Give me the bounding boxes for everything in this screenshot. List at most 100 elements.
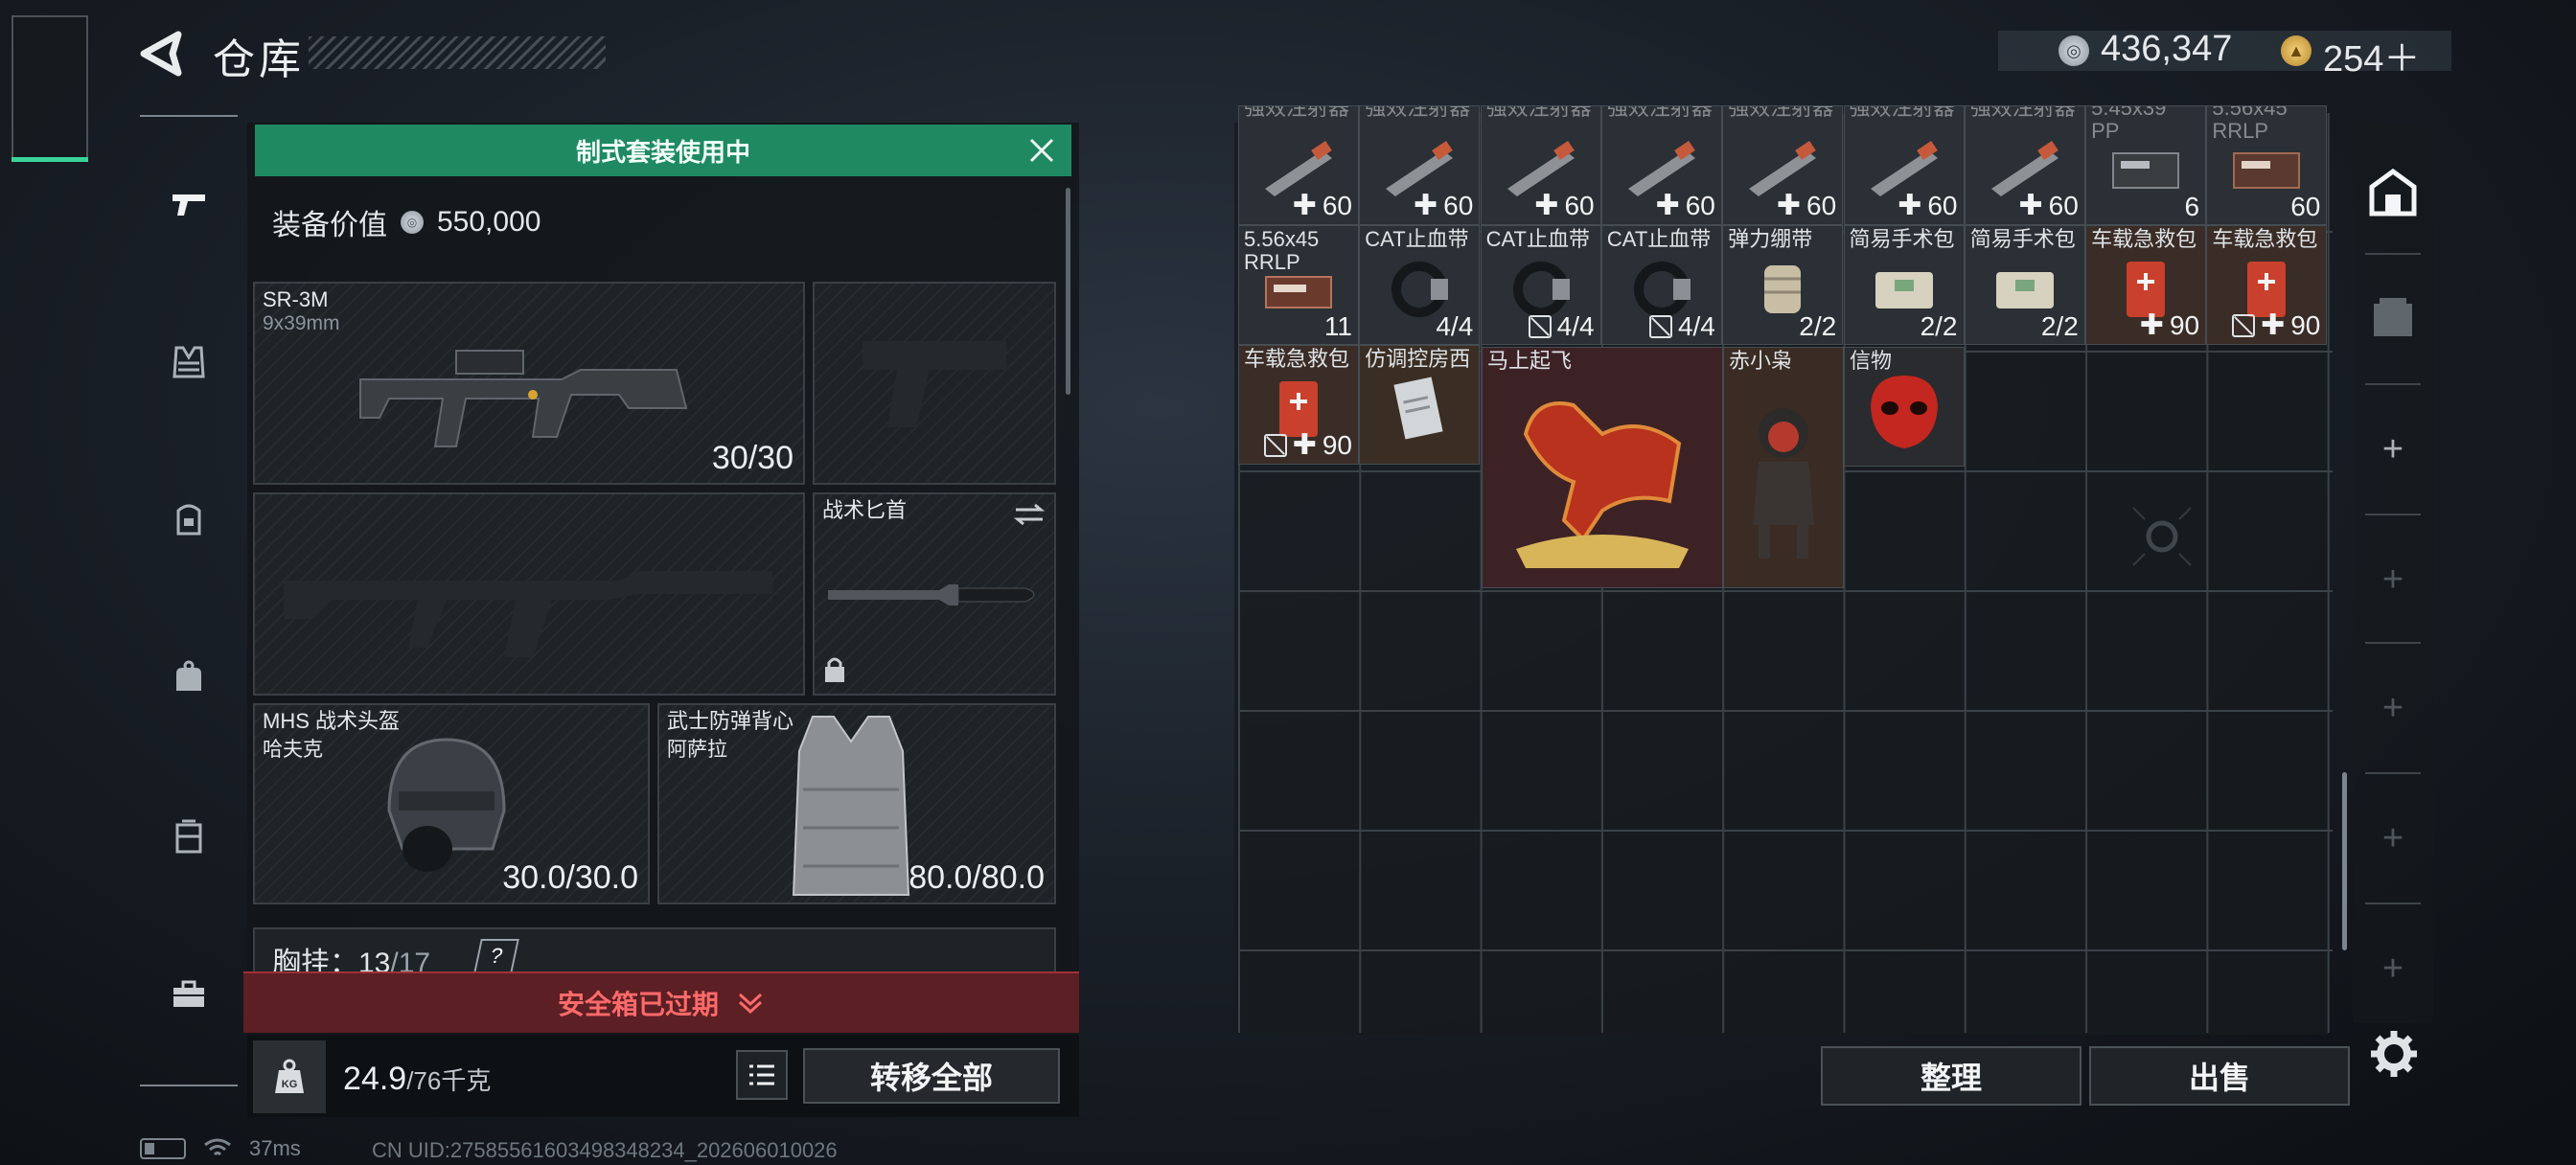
item-qty: 11 (1324, 311, 1352, 342)
stash-item[interactable]: 车载急救包 ✚ 90 (2206, 225, 2328, 345)
stash-item[interactable]: 强效注射器 ✚ 60 (1843, 105, 1965, 225)
plus-icon[interactable]: + (2365, 552, 2421, 607)
item-qty: ✚ 60 (1292, 190, 1352, 221)
melee-weapon-slot[interactable]: 战术匕首 (813, 492, 1056, 696)
item-qty-value: 2/2 (1920, 311, 1958, 341)
stash-item[interactable]: 强效注射器 ✚ 60 (1238, 105, 1359, 225)
lock-icon (825, 657, 844, 682)
item-name: 简易手术包 (1849, 227, 1955, 251)
item-name: 简易手术包 (1969, 227, 2076, 251)
sort-button[interactable]: 整理 (1821, 1046, 2082, 1106)
vest-icon[interactable] (151, 324, 226, 400)
chevron-down-icon (738, 993, 763, 1015)
storage-icon[interactable] (2365, 289, 2421, 345)
gear-icon[interactable] (2367, 1027, 2421, 1081)
item-qty: ✚ 90 (2232, 308, 2320, 342)
armor-name: 武士防弹背心 (667, 709, 794, 733)
stash-item[interactable]: 车载急救包 ✚ 90 (1238, 345, 1359, 465)
close-icon[interactable] (1022, 130, 1062, 171)
empty-slot-crosshair-icon (2124, 498, 2200, 575)
locker-icon[interactable] (151, 799, 226, 876)
item-qty-value: 90 (2290, 309, 2321, 340)
stash-item[interactable]: CAT止血带 4/4 (1480, 225, 1601, 345)
tab-divider (2365, 253, 2421, 255)
swap-icon[interactable] (1012, 502, 1046, 527)
item-qty: 4/4 (1648, 311, 1715, 342)
item-qty-value: 6 (2184, 192, 2200, 221)
item-name: 5.56x45 RRLP (2212, 105, 2288, 143)
item-qty-value: 60 (2290, 192, 2321, 221)
stash-item-tall[interactable]: 赤小枭 (1723, 347, 1844, 588)
armor-slot[interactable]: 武士防弹背心 阿萨拉 80.0/80.0 (657, 703, 1056, 904)
stash-item[interactable]: 信物 (1844, 347, 1965, 467)
stash-item[interactable]: 强效注射器 ✚ 60 (1359, 105, 1481, 225)
item-qty-value: 4/4 (1556, 311, 1595, 341)
gold-coin-icon[interactable]: ▲ (2281, 35, 2312, 66)
item-qty-value: 4/4 (1436, 311, 1474, 341)
helmet-origin: 哈夫克 (263, 739, 323, 761)
item-qty: 2/2 (1799, 311, 1836, 342)
rifle-icon (359, 350, 688, 447)
bag-icon[interactable] (151, 640, 226, 717)
warehouse-icon[interactable] (2365, 165, 2421, 220)
item-qty-value: 60 (1322, 190, 1352, 220)
plus-icon[interactable]: + (2365, 422, 2421, 477)
stash-item[interactable]: 简易手术包 2/2 (1843, 225, 1965, 345)
item-name: 强效注射器 (1244, 105, 1350, 120)
item-name: 强效注射器 (1969, 105, 2076, 120)
stash-item[interactable]: 弹力绷带 2/2 (1722, 225, 1844, 345)
secondary-weapon-slot[interactable] (813, 282, 1056, 485)
stash-item[interactable]: 简易手术包 2/2 (1964, 225, 2085, 345)
stash-item[interactable]: 强效注射器 ✚ 60 (1722, 105, 1844, 225)
primary-weapon-2-slot[interactable] (253, 492, 805, 696)
stash-item[interactable]: 仿调控房西 (1359, 345, 1481, 465)
loadout-scrollbar[interactable] (1066, 188, 1070, 395)
stash-item[interactable]: 强效注射器 ✚ 60 (1600, 105, 1722, 225)
primary-weapon-slot[interactable]: SR-3M 9x39mm 30/30 (253, 282, 805, 485)
item-name: 强效注射器 (1849, 105, 1955, 120)
helmet-slot[interactable]: MHS 战术头盔 哈夫克 30.0/30.0 (253, 703, 650, 904)
gold-currency-amount[interactable]: 254＋ (2323, 29, 2420, 81)
tab-divider (2365, 772, 2421, 774)
weight-current: 24.9 (343, 1061, 407, 1097)
help-icon: ? (488, 944, 505, 968)
plus-icon[interactable]: + (2365, 811, 2421, 866)
stash-item[interactable]: 5.56x45 RRLP 60 (2206, 105, 2328, 225)
help-button[interactable]: ? (473, 939, 519, 973)
document-icon (1393, 377, 1443, 440)
item-qty: ✚ 60 (1776, 190, 1837, 221)
sidebar-top-divider (140, 115, 238, 117)
backpack-icon[interactable] (151, 481, 226, 558)
stash-item[interactable]: 车载急救包 ✚ 90 (2085, 225, 2207, 345)
pistol-icon[interactable] (151, 167, 226, 243)
plus-icon[interactable]: + (2365, 941, 2421, 996)
stash-item-large[interactable]: 马上起飞 (1482, 347, 1723, 588)
sell-button[interactable]: 出售 (2089, 1046, 2350, 1106)
list-icon[interactable] (736, 1050, 788, 1100)
back-arrow-icon[interactable] (136, 29, 190, 79)
silver-coin-icon: ◎ (401, 211, 424, 234)
ping-text: 37ms (249, 1136, 301, 1160)
figurine-icon (1753, 408, 1814, 559)
stash-scrollbar[interactable] (2342, 772, 2347, 950)
item-name: CAT止血带 (1365, 227, 1469, 251)
armor-durability: 80.0/80.0 (908, 859, 1045, 896)
assault-rifle-silhouette-icon (284, 571, 772, 657)
stash-item[interactable]: 强效注射器 ✚ 60 (1964, 105, 2085, 225)
stash-item[interactable]: CAT止血带 4/4 (1359, 225, 1481, 345)
stash-item[interactable]: 5.56x45 RRLP 11 (1238, 225, 1359, 345)
stash-item[interactable]: 强效注射器 ✚ 60 (1480, 105, 1601, 225)
plus-icon[interactable]: + (2365, 680, 2421, 736)
item-qty-value: 60 (1806, 190, 1837, 220)
stash-item[interactable]: 5.45x39 PP 6 (2085, 105, 2207, 225)
surgery-kit-icon (1874, 272, 1933, 309)
toolbox-icon[interactable] (151, 956, 226, 1033)
transfer-all-button[interactable]: 转移全部 (803, 1048, 1060, 1104)
item-qty: 6 (2185, 192, 2200, 222)
item-qty: ✚ 60 (1898, 190, 1958, 221)
helmet-icon (387, 738, 506, 872)
safebox-expired-banner[interactable]: 安全箱已过期 (243, 971, 1079, 1033)
stash-item[interactable]: CAT止血带 4/4 (1600, 225, 1722, 345)
item-qty: 60 (2290, 192, 2320, 222)
equipment-value-label: 装备价值 (272, 210, 387, 241)
